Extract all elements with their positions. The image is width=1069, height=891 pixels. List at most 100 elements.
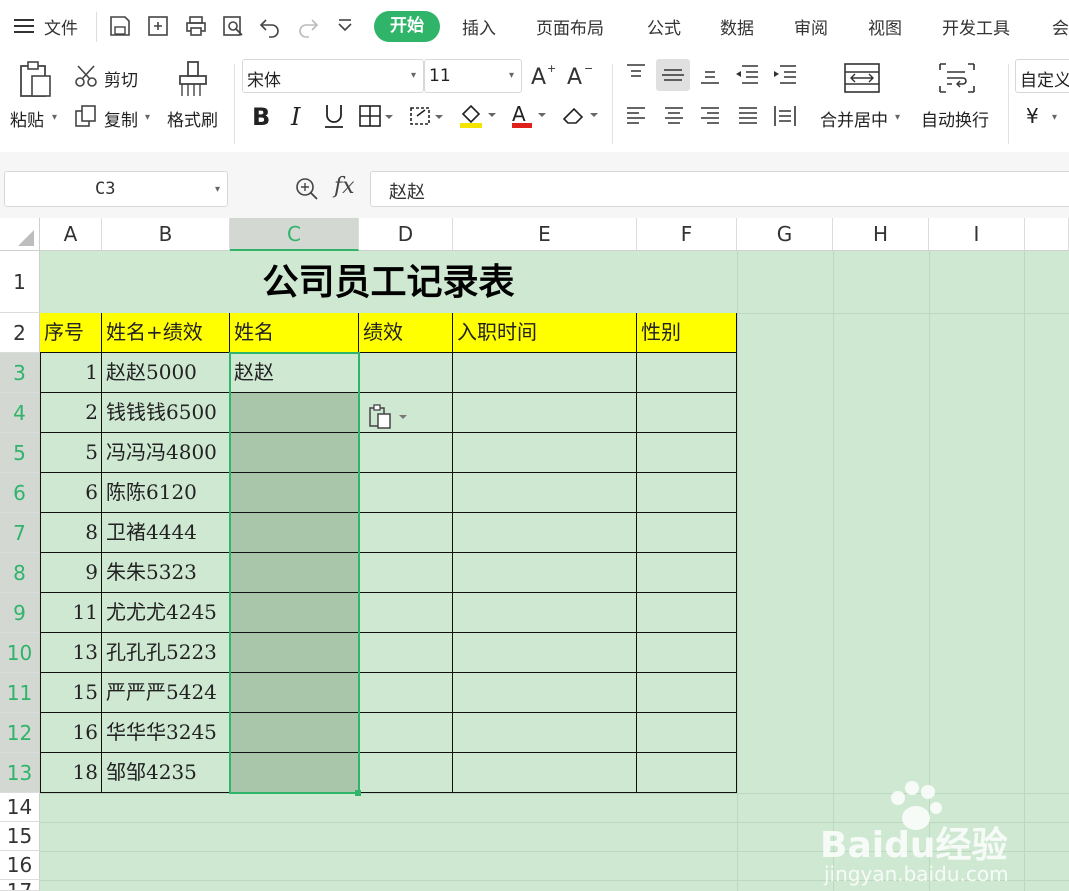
copy-icon[interactable] — [74, 104, 98, 132]
tab-data[interactable]: 数据 — [720, 14, 754, 39]
tab-developer[interactable]: 开发工具 — [942, 14, 1010, 39]
cut-button[interactable]: 剪切 — [104, 66, 138, 91]
align-center-icon[interactable] — [662, 104, 686, 132]
merge-center-icon[interactable] — [843, 62, 881, 98]
cell-performance[interactable] — [359, 513, 453, 553]
cell-name-performance[interactable]: 朱朱5323 — [102, 553, 230, 593]
column-header-c[interactable]: C — [230, 218, 359, 251]
underline-icon[interactable] — [322, 102, 346, 134]
cell-name[interactable] — [230, 753, 359, 793]
cell-name[interactable] — [230, 713, 359, 753]
decrease-font-icon[interactable]: A − — [566, 62, 594, 92]
row-header-15[interactable]: 15 — [0, 822, 40, 851]
align-middle-icon[interactable] — [656, 59, 690, 91]
cell-gender[interactable] — [637, 593, 737, 633]
row-header-7[interactable]: 7 — [0, 513, 40, 553]
fill-handle[interactable] — [355, 790, 361, 796]
distributed-align-icon[interactable] — [772, 104, 798, 132]
cell-name-performance[interactable]: 陈陈6120 — [102, 473, 230, 513]
cell-name[interactable] — [230, 433, 359, 473]
row-header-17[interactable]: 17 — [0, 880, 40, 891]
scissors-icon[interactable] — [74, 64, 98, 92]
merge-center-button[interactable]: 合并居中 — [820, 106, 888, 131]
cell-hire-date[interactable] — [453, 473, 637, 513]
cell-name-performance[interactable]: 卫褚4444 — [102, 513, 230, 553]
cell-hire-date[interactable] — [453, 713, 637, 753]
customize-chevron-icon[interactable] — [336, 14, 360, 38]
cell-performance[interactable] — [359, 553, 453, 593]
cell-hire-date[interactable] — [453, 753, 637, 793]
header-cell[interactable]: 姓名+绩效 — [102, 313, 230, 353]
column-header-g[interactable]: G — [737, 218, 833, 251]
column-header-e[interactable]: E — [453, 218, 637, 251]
format-painter-button[interactable]: 格式刷 — [167, 106, 218, 131]
cell-gender[interactable] — [637, 753, 737, 793]
formula-input[interactable]: 赵赵 — [370, 171, 1069, 207]
column-header-b[interactable]: B — [102, 218, 230, 251]
cell-name[interactable] — [230, 513, 359, 553]
cell-seq[interactable]: 8 — [40, 513, 102, 553]
row-header-14[interactable]: 14 — [0, 793, 40, 822]
menu-file[interactable]: 文件 — [44, 14, 78, 39]
cell-hire-date[interactable] — [453, 353, 637, 393]
header-cell[interactable]: 绩效 — [359, 313, 453, 353]
cell-name-performance[interactable]: 钱钱钱6500 — [102, 393, 230, 433]
column-header-d[interactable]: D — [359, 218, 453, 251]
column-header-f[interactable]: F — [637, 218, 737, 251]
cell-hire-date[interactable] — [453, 593, 637, 633]
print-preview-icon[interactable] — [221, 14, 245, 38]
decrease-indent-icon[interactable] — [734, 62, 760, 90]
cell-name-performance[interactable]: 邹邹4235 — [102, 753, 230, 793]
cell-seq[interactable]: 9 — [40, 553, 102, 593]
header-cell[interactable]: 姓名 — [230, 313, 359, 353]
row-header-11[interactable]: 11 — [0, 673, 40, 713]
cell-name-performance[interactable]: 孔孔孔5223 — [102, 633, 230, 673]
align-right-icon[interactable] — [698, 104, 722, 132]
cell-gender[interactable] — [637, 633, 737, 673]
cell-name-performance[interactable]: 冯冯冯4800 — [102, 433, 230, 473]
cell-name-performance[interactable]: 严严严5424 — [102, 673, 230, 713]
cell-name[interactable] — [230, 393, 359, 433]
spreadsheet-grid[interactable]: A B C D E F G H I 1 2 3 4 5 6 7 8 9 10 1… — [0, 218, 1069, 891]
cell-gender[interactable] — [637, 673, 737, 713]
cell-gender[interactable] — [637, 513, 737, 553]
borders-icon[interactable] — [358, 104, 394, 132]
cell-hire-date[interactable] — [453, 433, 637, 473]
cell-name[interactable]: 赵赵 — [230, 353, 359, 393]
cell-performance[interactable] — [359, 353, 453, 393]
tab-review[interactable]: 审阅 — [794, 14, 828, 39]
fill-pattern-icon[interactable] — [408, 104, 444, 132]
export-icon[interactable] — [146, 14, 170, 38]
copy-button[interactable]: 复制 — [104, 106, 138, 131]
row-header-9[interactable]: 9 — [0, 593, 40, 633]
font-name-select[interactable]: 宋体 ▾ — [242, 59, 424, 93]
tab-page-layout[interactable]: 页面布局 — [536, 14, 604, 39]
align-bottom-icon[interactable] — [698, 62, 722, 90]
select-all-corner[interactable] — [0, 218, 40, 251]
row-header-1[interactable]: 1 — [0, 251, 40, 313]
align-left-icon[interactable] — [624, 104, 648, 132]
row-header-5[interactable]: 5 — [0, 433, 40, 473]
cell-gender[interactable] — [637, 713, 737, 753]
format-painter-icon[interactable] — [176, 60, 210, 102]
row-header-16[interactable]: 16 — [0, 851, 40, 880]
wrap-text-icon[interactable] — [938, 62, 976, 98]
hamburger-menu-icon[interactable] — [14, 16, 36, 40]
cell-gender[interactable] — [637, 353, 737, 393]
cell-name[interactable] — [230, 473, 359, 513]
paste-options-icon[interactable] — [368, 404, 412, 434]
cell-name[interactable] — [230, 673, 359, 713]
cell-hire-date[interactable] — [453, 633, 637, 673]
cell-seq[interactable]: 16 — [40, 713, 102, 753]
header-cell[interactable]: 性别 — [637, 313, 737, 353]
column-header-i[interactable]: I — [929, 218, 1025, 251]
cell-hire-date[interactable] — [453, 393, 637, 433]
paste-dropdown-icon[interactable]: ▾ — [52, 112, 57, 123]
cell-seq[interactable]: 5 — [40, 433, 102, 473]
column-header-h[interactable]: H — [833, 218, 929, 251]
cell-name[interactable] — [230, 633, 359, 673]
italic-icon[interactable]: I — [288, 102, 308, 134]
justify-icon[interactable] — [736, 104, 760, 132]
print-icon[interactable] — [184, 14, 208, 38]
cell-gender[interactable] — [637, 473, 737, 513]
